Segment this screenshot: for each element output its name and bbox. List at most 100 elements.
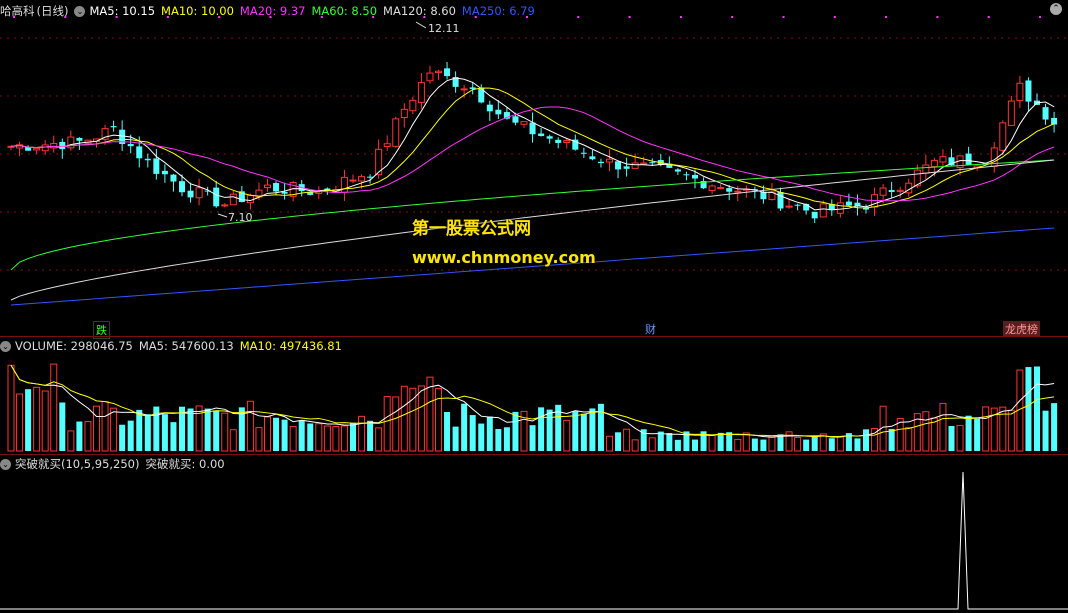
candle-down	[444, 68, 451, 77]
candle-down	[1051, 117, 1058, 125]
volume-bar-down	[503, 427, 510, 451]
volume-bar-down	[751, 438, 758, 451]
candle-up	[1016, 82, 1024, 102]
candle-up	[383, 143, 391, 148]
volume-title: VOLUME: 298046.75	[15, 339, 133, 353]
candle-down	[187, 190, 194, 198]
candle-up	[392, 118, 400, 147]
volume-bar-down	[572, 411, 579, 451]
event-tag-longhubang[interactable]: 龙虎榜	[1003, 321, 1040, 337]
volume-bar-up	[930, 417, 938, 452]
volume-bar-down	[538, 407, 545, 451]
volume-bar-up	[383, 396, 391, 452]
volume-bar-up	[400, 385, 408, 452]
volume-bar-down	[760, 439, 767, 451]
volume-bar-up	[340, 425, 348, 452]
candle-down	[649, 162, 656, 164]
volume-bar-down	[273, 417, 280, 451]
volume-bar-down	[59, 402, 66, 451]
separator-1	[0, 336, 1068, 337]
volume-bar-down	[444, 412, 451, 451]
volume-bar-up	[246, 400, 254, 452]
volume-bar-up	[16, 393, 24, 452]
candle-down	[512, 116, 519, 123]
candle-down	[1042, 107, 1049, 120]
candle-up	[563, 140, 571, 143]
candle-up	[426, 72, 434, 82]
volume-bar-down	[136, 409, 143, 451]
volume-bar-down	[529, 425, 536, 451]
candle-down	[555, 139, 562, 143]
volume-bar-down	[854, 438, 861, 451]
candle-down	[469, 87, 476, 89]
candle-up	[435, 70, 442, 74]
candle-down	[674, 169, 681, 172]
candle-down	[845, 201, 852, 206]
volume-bar-up	[905, 427, 913, 452]
volume-bar-down	[478, 423, 485, 451]
volume-bar-up	[631, 439, 639, 452]
candle-up	[400, 108, 408, 118]
price-chart: 12.11 7.10	[0, 16, 1068, 306]
volume-settings-icon[interactable]: ⌄	[0, 340, 11, 352]
indicator-settings-icon[interactable]: ⌄	[0, 458, 11, 470]
volume-bar-up	[1007, 409, 1015, 452]
candle-down	[281, 191, 288, 194]
volume-bar-down	[1042, 410, 1049, 451]
candle-up	[417, 82, 425, 103]
candle-up	[922, 164, 930, 174]
separator-2	[0, 454, 1068, 455]
signal-dot	[628, 16, 631, 18]
volume-bar-up	[315, 423, 323, 452]
candle-up	[195, 187, 203, 199]
low-price-label: 7.10	[228, 211, 253, 224]
volume-bar-up	[93, 405, 100, 452]
signal-dot	[269, 16, 272, 18]
indicator-header: ⌄ 突破就买(10,5,95,250) 突破就买: 0.00	[0, 456, 231, 472]
volume-bar-up	[606, 435, 613, 452]
signal-dot	[320, 16, 323, 18]
signal-dot	[731, 16, 734, 18]
volume-bar-down	[298, 420, 305, 451]
candle-up	[409, 99, 417, 112]
volume-bar-down	[486, 416, 493, 451]
volume-bar-down	[512, 411, 519, 451]
candle-down	[486, 104, 493, 112]
candle-up	[50, 142, 58, 149]
volume-bar-down	[350, 422, 356, 451]
candle-up	[358, 176, 366, 182]
volume-bar-down	[863, 429, 869, 451]
signal-dot	[577, 16, 580, 18]
volume-bar-down	[965, 415, 972, 451]
volume-bar-down	[281, 419, 288, 451]
volume-bar-up	[41, 390, 49, 452]
candle-down	[127, 144, 134, 147]
candle-up	[879, 187, 887, 196]
volume-bar-down	[546, 409, 553, 451]
candle-up	[41, 144, 49, 152]
signal-dot	[372, 16, 375, 18]
volume-bar-down	[717, 432, 724, 451]
signal-dot	[782, 16, 785, 18]
candle-down	[153, 158, 160, 174]
volume-bar-up	[67, 430, 75, 452]
volume-bar-down	[367, 420, 374, 451]
signal-dot	[526, 16, 528, 18]
signal-dot	[936, 16, 939, 18]
indicator-title: 突破就买(10,5,95,250)	[15, 457, 140, 471]
volume-bar-up	[221, 412, 229, 452]
candle-down	[76, 137, 83, 141]
signal-dot	[115, 16, 118, 18]
event-tag-cai[interactable]: 财	[643, 321, 658, 337]
volume-bar-down	[692, 439, 698, 451]
candle-down	[580, 152, 587, 154]
candle-down	[726, 188, 733, 192]
candle-up	[819, 203, 827, 218]
volume-bar-down	[495, 429, 502, 451]
volume-bar-down	[1051, 403, 1058, 451]
volume-bar-up	[708, 434, 716, 452]
candle-up	[734, 190, 742, 193]
volume-bar-up	[648, 437, 656, 452]
volume-bar-up	[417, 385, 425, 452]
volume-bar-down	[666, 433, 673, 451]
